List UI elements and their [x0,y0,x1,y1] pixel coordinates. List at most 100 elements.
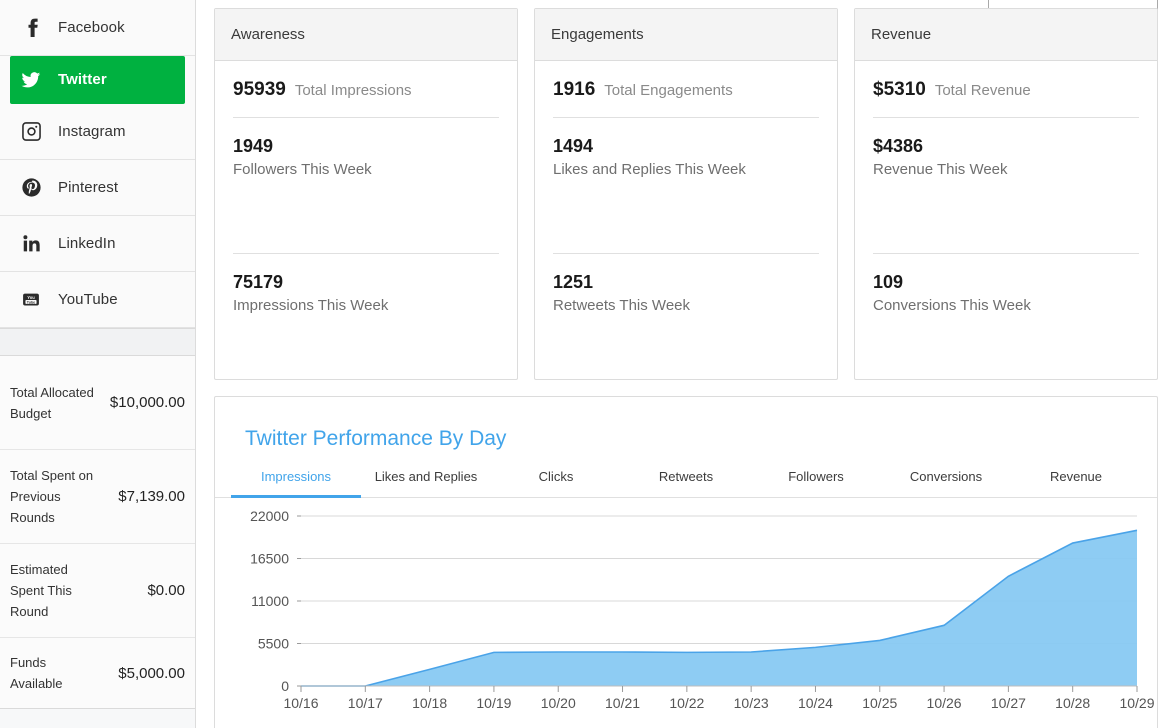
metric-total-value: 1916 [553,79,596,100]
x-axis-tick-label: 10/19 [476,695,511,711]
facebook-icon [14,18,48,38]
budget-row-value: $0.00 [147,582,185,599]
metric-cards: Awareness 95939 Total Impressions 1949 Follo… [214,8,1158,380]
chart-panel: Twitter Performance By Day Impressions Li… [214,396,1158,728]
metric-tertiary-label: Retweets This Week [553,297,690,314]
dashboard-root: Facebook Twitter Instagram Pinterest LinkedI… [0,0,1158,728]
sidebar: Facebook Twitter Instagram Pinterest LinkedI… [0,0,196,728]
budget-row-label: Estimated Spent This Round [10,562,72,619]
x-axis-tick-label: 10/29 [1119,695,1154,711]
metric-tertiary: 1251 Retweets This Week [553,254,819,379]
metric-tertiary-value: 1251 [553,272,594,292]
budget-row: Total Spent on Previous Rounds $7,139.00 [0,450,195,544]
metric-tertiary-label: Conversions This Week [873,297,1031,314]
metric-card-body: 95939 Total Impressions 1949 Followers This… [215,61,517,379]
tab-clicks[interactable]: Clicks [491,457,621,498]
y-axis-tick-label: 5500 [258,636,289,652]
y-axis-tick-label: 22000 [250,508,289,524]
x-axis-tick-label: 10/20 [541,695,576,711]
x-axis-tick-label: 10/23 [734,695,769,711]
y-axis-tick-label: 0 [281,678,289,694]
x-axis-tick-label: 10/24 [798,695,833,711]
budget-row-label: Total Spent on Previous Rounds [10,468,94,525]
metric-card: Revenue $5310 Total Revenue $4386 Revenue Th… [854,8,1158,380]
x-axis-tick-label: 10/28 [1055,695,1090,711]
twitter-icon [14,70,48,90]
sidebar-item-label: LinkedIn [58,235,116,252]
x-axis-tick-label: 10/16 [283,695,318,711]
metric-secondary: 1494 Likes and Replies This Week [553,118,819,254]
tab-likes-and-replies[interactable]: Likes and Replies [361,457,491,498]
main-content: Awareness 95939 Total Impressions 1949 Follo… [196,0,1158,728]
youtube-icon: You Tube [14,290,48,309]
sidebar-item-pinterest[interactable]: Pinterest [0,160,195,216]
sidebar-item-label: Twitter [58,71,107,88]
sidebar-item-linkedin[interactable]: LinkedIn [0,216,195,272]
budget-row: Estimated Spent This Round $0.00 [0,544,195,638]
budget-row-value: $7,139.00 [118,488,185,505]
metric-card-body: 1916 Total Engagements 1494 Likes and Repli… [535,61,837,379]
y-axis-tick-label: 16500 [250,551,289,567]
chart-plot-area: 0 5500 11000 16500 22000 10/16 10/17 10/18 10/19… [215,498,1157,728]
metric-secondary-value: $4386 [873,136,924,156]
instagram-icon [14,122,48,141]
metric-total: 95939 Total Impressions [233,61,499,118]
sidebar-item-instagram[interactable]: Instagram [0,104,195,160]
budget-row-value: $5,000.00 [118,664,185,682]
metric-tertiary-value: 109 [873,272,904,292]
metric-card: Awareness 95939 Total Impressions 1949 Follo… [214,8,518,380]
metric-tertiary-label: Impressions This Week [233,297,389,314]
sidebar-item-label: Pinterest [58,179,119,196]
tab-revenue[interactable]: Revenue [1011,457,1141,498]
sidebar-item-youtube[interactable]: You Tube YouTube [0,272,195,328]
budget-row-label: Total Allocated Budget [10,384,94,421]
x-axis-tick-label: 10/25 [862,695,897,711]
metric-total: $5310 Total Revenue [873,61,1139,118]
budget-row-value: $10,000.00 [109,394,185,411]
budget-row: Funds Available $5,000.00 [0,638,195,708]
sidebar-spacer [0,329,195,355]
tab-followers[interactable]: Followers [751,457,881,498]
x-axis-tick-label: 10/26 [927,695,962,711]
metric-secondary-value: 1949 [233,136,274,156]
chart-tabs: Impressions Likes and Replies Clicks Retwee… [215,457,1157,498]
sidebar-item-facebook[interactable]: Facebook [0,0,195,56]
budget-row-label: Funds Available [10,655,63,691]
sidebar-item-label: YouTube [58,291,118,308]
sidebar-item-label: Instagram [58,123,126,140]
metric-secondary: 1949 Followers This Week [233,118,499,254]
chart-title: Twitter Performance By Day [245,427,507,450]
metric-secondary-label: Followers This Week [233,161,372,178]
metric-tertiary-value: 75179 [233,272,284,292]
metric-tertiary: 75179 Impressions This Week [233,254,499,379]
x-axis-tick-label: 10/18 [412,695,447,711]
sidebar-item-twitter[interactable]: Twitter [10,56,185,104]
sidebar-item-label: Facebook [58,19,125,36]
x-axis-tick-label: 10/21 [605,695,640,711]
metric-card-title: Engagements [535,9,837,61]
tab-retweets[interactable]: Retweets [621,457,751,498]
metric-total-label: Total Impressions [294,82,412,99]
pinterest-icon [14,178,48,197]
chart-area-fill [301,530,1137,686]
metric-total-value: $5310 [873,79,926,100]
budget-row: Total Allocated Budget $10,000.00 [0,356,195,450]
x-axis-tick-label: 10/17 [348,695,383,711]
metric-total-label: Total Revenue [934,82,1031,99]
metric-card-body: $5310 Total Revenue $4386 Revenue This Week… [855,61,1157,379]
metric-total: 1916 Total Engagements [553,61,819,118]
metric-total-label: Total Engagements [604,82,733,99]
metric-card: Engagements 1916 Total Engagements 1494 Like… [534,8,838,380]
channel-list: Facebook Twitter Instagram Pinterest LinkedI… [0,0,195,329]
metric-secondary: $4386 Revenue This Week [873,118,1139,254]
metric-total-value: 95939 [233,79,286,100]
svg-text:Tube: Tube [27,300,35,304]
tab-impressions[interactable]: Impressions [231,457,361,498]
metric-secondary-label: Likes and Replies This Week [553,161,746,178]
tab-conversions[interactable]: Conversions [881,457,1011,498]
budget-summary: Total Allocated Budget $10,000.00 Total Sp… [0,355,195,709]
metric-card-title: Revenue [855,9,1157,61]
svg-text:You: You [27,295,35,300]
metric-secondary-label: Revenue This Week [873,161,1008,178]
x-axis-tick-label: 10/22 [669,695,704,711]
